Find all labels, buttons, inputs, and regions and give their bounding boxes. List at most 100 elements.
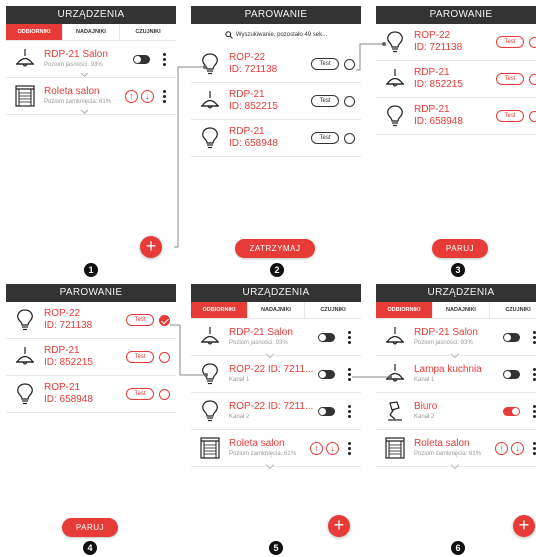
select-radio[interactable] xyxy=(344,58,355,70)
device-name: ROP-22 ID: 7211... xyxy=(229,364,314,375)
tab-odbiorniki[interactable]: ODBIORNIKI xyxy=(6,24,62,40)
power-toggle-on[interactable] xyxy=(503,406,520,416)
device-row[interactable]: RDP-21 Salon Poziom jasności: 93% xyxy=(191,319,361,359)
device-row[interactable]: ROP-22 ID: 7211... Kanał 1 xyxy=(191,356,361,393)
test-button[interactable]: Test xyxy=(126,388,154,400)
more-menu-icon[interactable] xyxy=(347,441,351,455)
select-radio[interactable] xyxy=(159,388,170,400)
test-button[interactable]: Test xyxy=(311,58,339,70)
pairing-row[interactable]: RDP-21 ID: 658948 Test xyxy=(376,98,536,135)
test-button[interactable]: Test xyxy=(496,36,524,48)
desk-lamp-icon xyxy=(384,399,406,423)
more-menu-icon[interactable] xyxy=(532,404,536,418)
bulb-icon xyxy=(14,308,36,332)
tab-nadajniki[interactable]: NADAJNIKI xyxy=(432,302,489,318)
chevron-down-icon[interactable] xyxy=(450,460,460,470)
select-radio[interactable] xyxy=(159,351,170,363)
select-radio[interactable] xyxy=(529,110,536,122)
tab-nadajniki[interactable]: NADAJNIKI xyxy=(247,302,304,318)
blind-icon xyxy=(14,84,36,108)
test-button[interactable]: Test xyxy=(126,351,154,363)
select-radio[interactable] xyxy=(529,36,536,48)
chevron-down-icon[interactable] xyxy=(80,106,89,115)
power-toggle[interactable] xyxy=(318,369,335,379)
device-row[interactable]: RDP-21 Salon Poziom jasności: 93% xyxy=(376,319,536,359)
more-menu-icon[interactable] xyxy=(347,330,351,344)
step-number-2: 2 xyxy=(270,263,284,277)
device-model: RDP-21 xyxy=(229,126,265,137)
arrow-down-button[interactable]: ↓ xyxy=(141,89,154,103)
pairing-row[interactable]: RDP-21 ID: 852215 Test xyxy=(6,339,176,376)
arrow-down-button[interactable]: ↓ xyxy=(511,441,524,455)
pairing-row[interactable]: RDP-21 ID: 658948 Test xyxy=(191,120,361,157)
add-device-button[interactable]: + xyxy=(513,515,535,537)
more-menu-icon[interactable] xyxy=(347,367,351,381)
bulb-icon xyxy=(199,399,221,423)
tab-odbiorniki[interactable]: ODBIORNIKI xyxy=(191,302,247,318)
test-button[interactable]: Test xyxy=(311,132,339,144)
ceiling-lamp-icon xyxy=(14,47,36,71)
device-status: Poziom zamknięcia: 61% xyxy=(414,451,482,457)
pairing-row[interactable]: RDP-21 ID: 852215 Test xyxy=(191,83,361,120)
add-device-button[interactable]: + xyxy=(328,515,350,537)
arrow-up-button[interactable]: ↑ xyxy=(310,441,323,455)
stop-button[interactable]: ZATRZYMAJ xyxy=(235,239,315,258)
tab-czujniki[interactable]: CZUJNIKI xyxy=(119,24,176,40)
device-row[interactable]: Roleta salon Poziom zamknięcia: 61% ↑ ↓ xyxy=(6,78,176,115)
step-number-4: 4 xyxy=(83,541,97,555)
pairing-row[interactable]: ROP-22 ID: 721138 Test xyxy=(191,46,361,83)
device-model: ROP-21 xyxy=(44,382,81,393)
device-row[interactable]: RDP-21 Salon Poziom jasności: 93% xyxy=(6,41,176,78)
select-radio-checked[interactable] xyxy=(159,314,170,326)
pairing-row[interactable]: ROP-21 ID: 658948 Test xyxy=(6,376,176,413)
chevron-down-icon[interactable] xyxy=(80,69,89,78)
power-toggle[interactable] xyxy=(133,54,150,64)
bulb-icon xyxy=(199,126,221,150)
test-button[interactable]: Test xyxy=(496,73,524,85)
more-menu-icon[interactable] xyxy=(162,89,166,103)
test-button[interactable]: Test xyxy=(126,314,154,326)
device-model: ROP-22 xyxy=(414,30,451,41)
device-row[interactable]: Biuro Kanał 2 xyxy=(376,393,536,430)
power-toggle[interactable] xyxy=(503,332,520,342)
device-row[interactable]: Roleta salon Poziom zamknięcia: 61% ↑ ↓ xyxy=(191,430,361,470)
device-channel: Kanał 2 xyxy=(229,414,250,420)
device-row[interactable]: Roleta salon Poziom zamknięcia: 61% ↑ ↓ xyxy=(376,430,536,470)
bulb-icon xyxy=(384,30,406,54)
pairing-row[interactable]: ROP-22 ID: 721138 Test xyxy=(6,302,176,339)
bulb-icon xyxy=(384,104,406,128)
add-device-button[interactable]: + xyxy=(140,236,162,258)
arrow-up-button[interactable]: ↑ xyxy=(495,441,508,455)
tab-czujniki[interactable]: CZUJNIKI xyxy=(304,302,361,318)
pair-button[interactable]: PARUJ xyxy=(62,518,118,537)
device-id: ID: 658948 xyxy=(229,138,278,149)
device-row[interactable]: ROP-22 ID: 7211... Kanał 2 xyxy=(191,393,361,430)
more-menu-icon[interactable] xyxy=(347,404,351,418)
arrow-up-button[interactable]: ↑ xyxy=(125,89,138,103)
screen-title: URZĄDZENIA xyxy=(376,284,536,302)
device-row[interactable]: Lampa kuchnia Kanał 1 xyxy=(376,356,536,393)
test-button[interactable]: Test xyxy=(496,110,524,122)
chevron-down-icon[interactable] xyxy=(265,460,275,470)
tab-odbiorniki[interactable]: ODBIORNIKI xyxy=(376,302,432,318)
select-radio[interactable] xyxy=(344,95,355,107)
select-radio[interactable] xyxy=(529,73,536,85)
arrow-down-button[interactable]: ↓ xyxy=(326,441,339,455)
more-menu-icon[interactable] xyxy=(532,441,536,455)
device-id: ID: 721138 xyxy=(414,42,463,53)
power-toggle[interactable] xyxy=(318,332,335,342)
pair-button[interactable]: PARUJ xyxy=(432,239,488,258)
select-radio[interactable] xyxy=(344,132,355,144)
more-menu-icon[interactable] xyxy=(532,330,536,344)
more-menu-icon[interactable] xyxy=(532,367,536,381)
test-button[interactable]: Test xyxy=(311,95,339,107)
tab-nadajniki[interactable]: NADAJNIKI xyxy=(62,24,119,40)
tab-czujniki[interactable]: CZUJNIKI xyxy=(489,302,536,318)
more-menu-icon[interactable] xyxy=(162,52,166,66)
power-toggle[interactable] xyxy=(318,406,335,416)
screen-pairing-searching: PAROWANIE Wyszukiwanie, pozostało 49 sek… xyxy=(191,6,361,274)
device-status: Poziom jasności: 93% xyxy=(44,62,103,68)
power-toggle[interactable] xyxy=(503,369,520,379)
pairing-row[interactable]: RDP-21 ID: 852215 Test xyxy=(376,61,536,98)
pairing-row[interactable]: ROP-22 ID: 721138 Test xyxy=(376,24,536,61)
